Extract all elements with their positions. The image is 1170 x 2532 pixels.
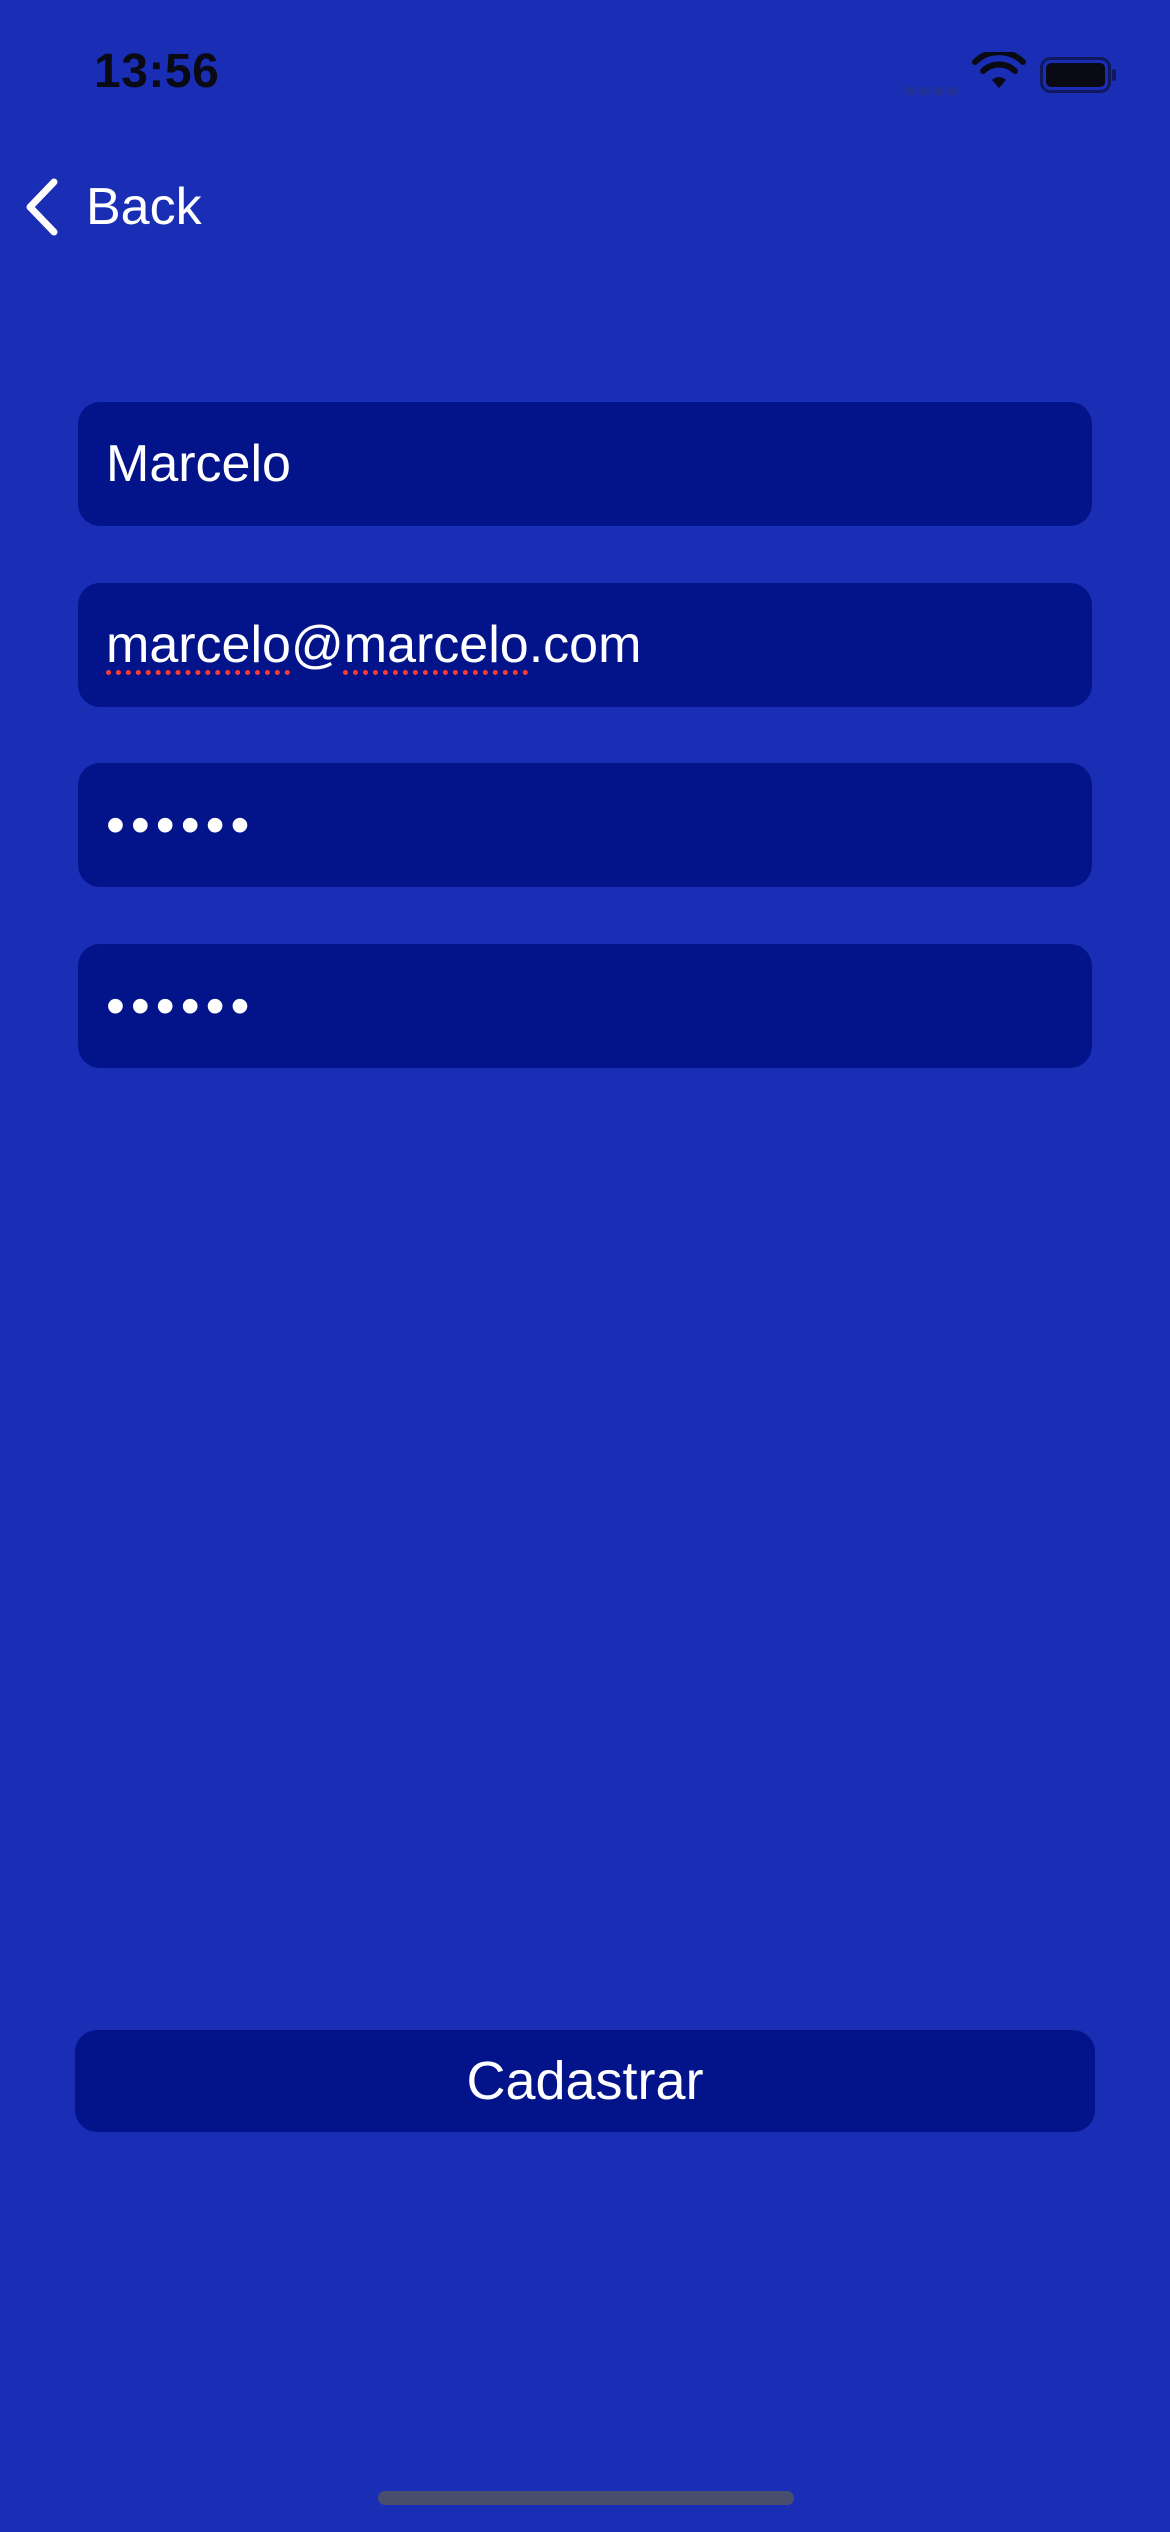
cellular-signal-icon [905, 82, 961, 95]
home-indicator[interactable] [378, 2491, 794, 2505]
wifi-icon [972, 52, 1026, 88]
email-value: marcelo@marcelo.com [106, 615, 641, 675]
confirm-password-value: •••••• [106, 976, 256, 1036]
chevron-left-icon [26, 178, 58, 236]
email-part-misspelled: marcelo [106, 616, 291, 674]
submit-button[interactable]: Cadastrar [75, 2030, 1095, 2132]
password-value: •••••• [106, 795, 256, 855]
confirm-password-field[interactable]: •••••• [78, 944, 1092, 1068]
back-button[interactable]: Back [20, 172, 202, 242]
status-time: 13:56 [94, 45, 220, 98]
battery-icon [1040, 57, 1116, 93]
password-field[interactable]: •••••• [78, 763, 1092, 887]
email-field[interactable]: marcelo@marcelo.com [78, 583, 1092, 707]
signup-screen: 13:56 Back Marcelo marcelo@marcelo.com •… [0, 0, 1170, 2532]
email-part-suffix: .com [528, 616, 642, 674]
name-value: Marcelo [106, 435, 291, 493]
email-part-at: @ [290, 616, 344, 674]
email-part-misspelled: marcelo [343, 616, 529, 674]
name-field[interactable]: Marcelo [78, 402, 1092, 526]
back-label: Back [86, 178, 202, 236]
status-bar: 13:56 [0, 0, 1170, 150]
